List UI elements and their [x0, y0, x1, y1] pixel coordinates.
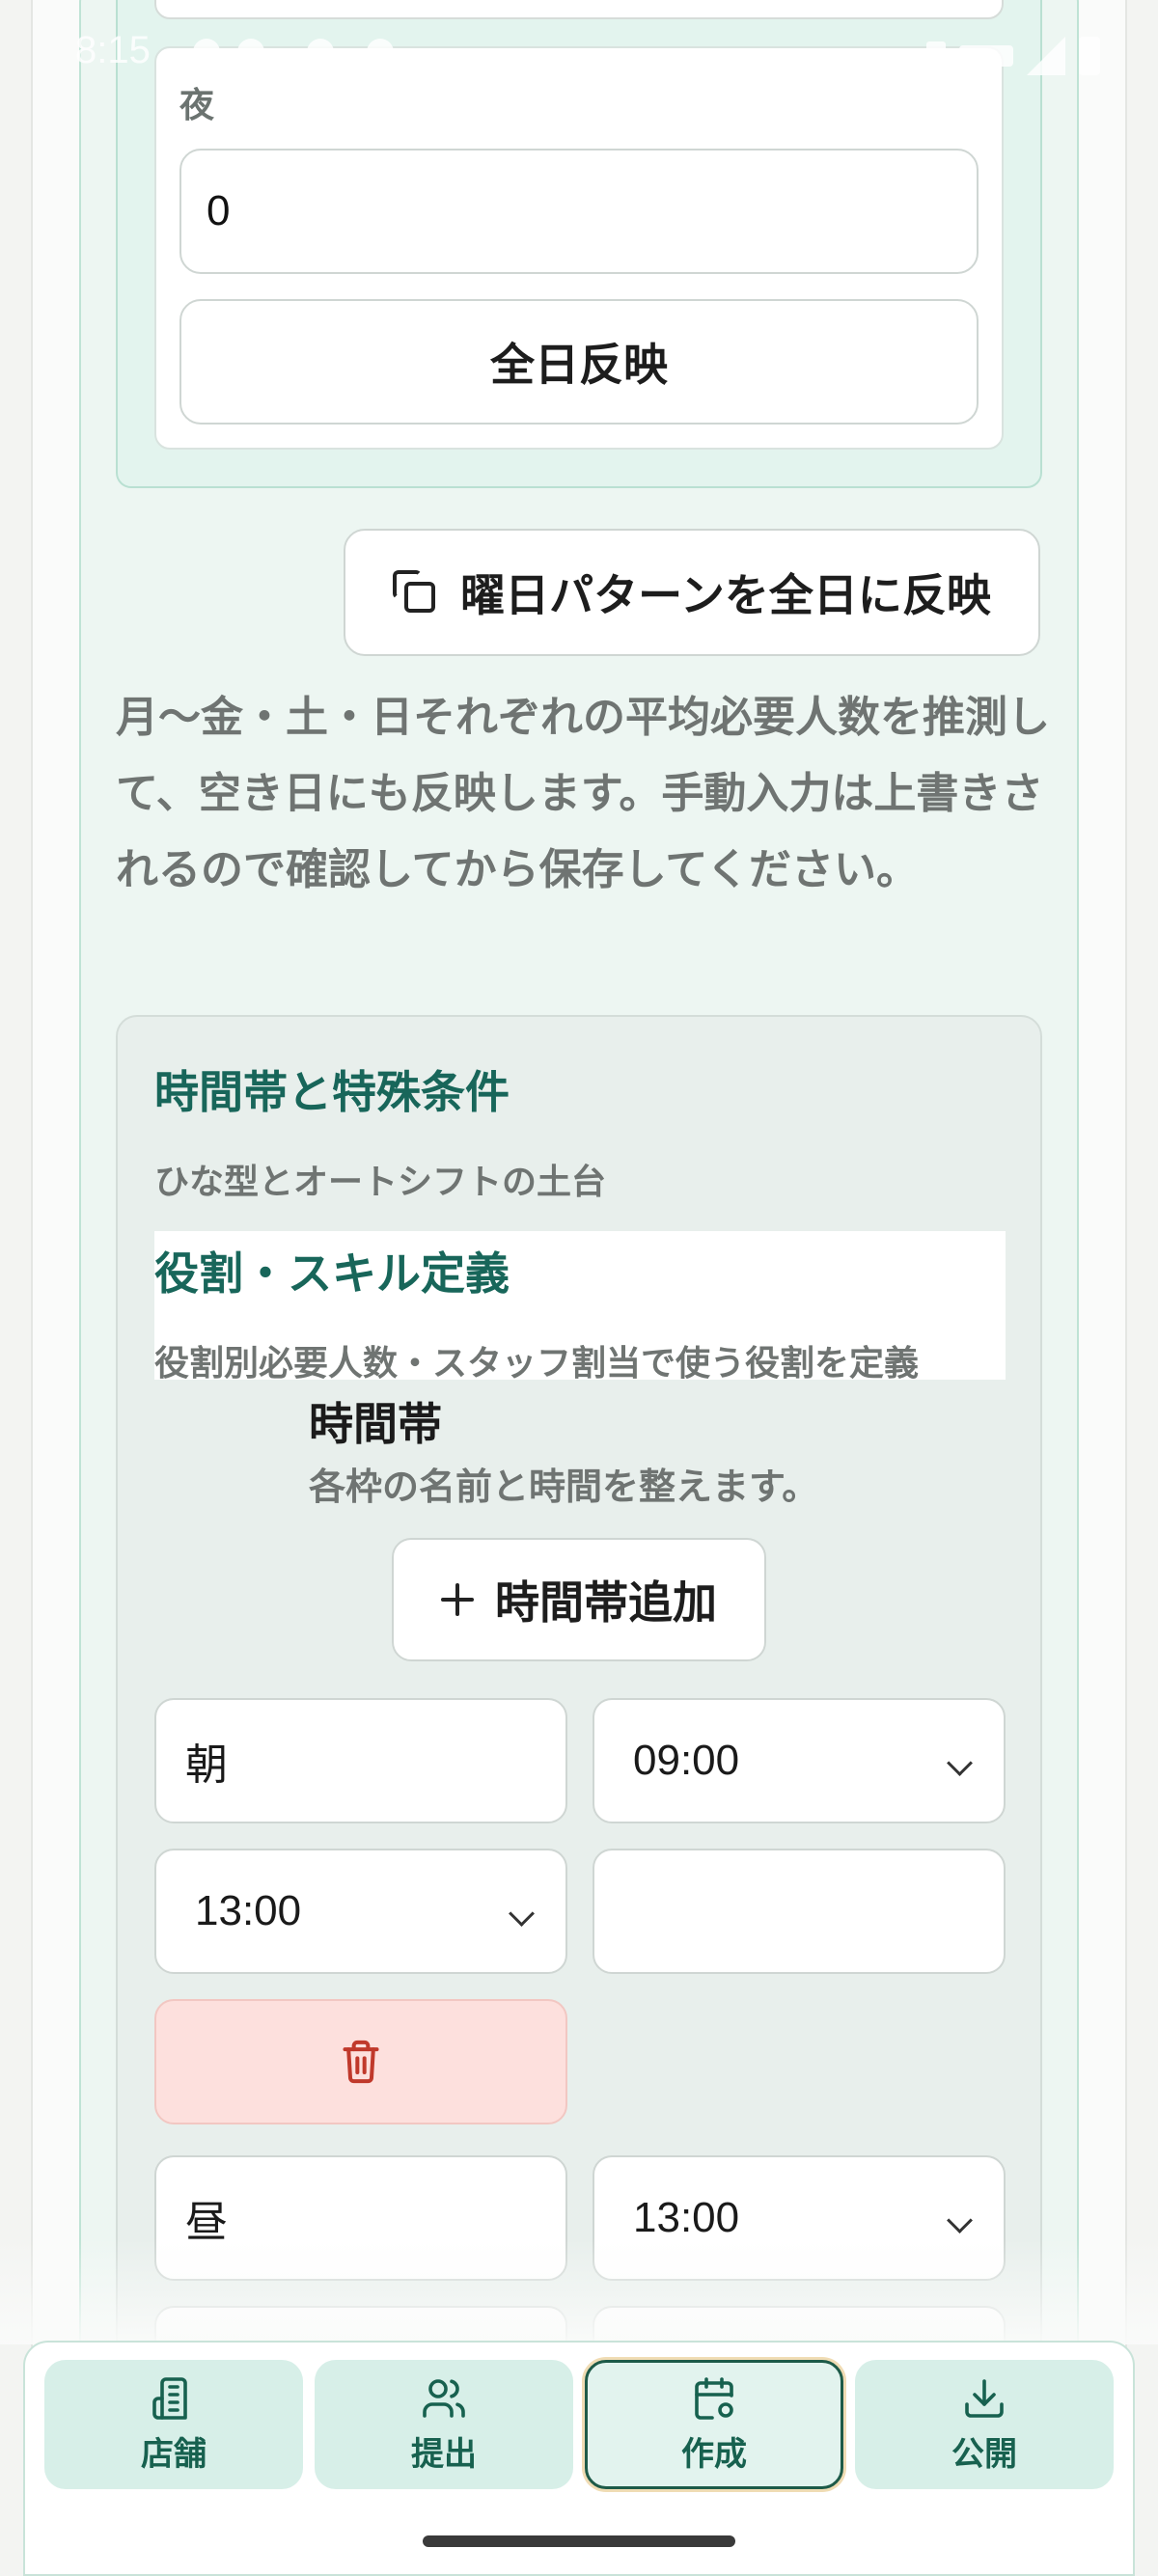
add-time-slot-label: 時間帯追加: [495, 1576, 717, 1629]
trash-icon: [343, 2040, 379, 2084]
section-subtitle: ひな型とオートシフトの土台: [154, 1163, 607, 1202]
copy-icon: [393, 570, 437, 615]
slot-start-select[interactable]: 09:00: [593, 1698, 1006, 1823]
nav-submit-label: 提出: [411, 2434, 477, 2474]
scroll-fade: [0, 2238, 1158, 2344]
vibrate-icon: [926, 41, 946, 70]
apply-all-day-button[interactable]: 全日反映: [179, 299, 979, 425]
calendar-gear-icon: [695, 2376, 733, 2420]
section-title: 時間帯と特殊条件: [154, 1066, 510, 1118]
nav-publish-label: 公開: [951, 2434, 1017, 2474]
home-indicator[interactable]: [423, 2535, 735, 2547]
nav-publish[interactable]: 公開: [855, 2360, 1114, 2489]
night-count-input[interactable]: 0: [179, 149, 979, 274]
app-icon: [367, 39, 394, 66]
status-time: 8:15: [75, 29, 151, 71]
download-icon: [965, 2378, 1004, 2418]
nav-create-label: 作成: [681, 2434, 747, 2474]
nav-store[interactable]: 店舗: [44, 2360, 303, 2489]
add-time-slot-button[interactable]: 時間帯追加: [392, 1538, 766, 1661]
status-icons: [926, 37, 1100, 75]
nav-submit[interactable]: 提出: [315, 2360, 573, 2489]
apply-weekday-pattern-label: 曜日パターンを全日に反映: [460, 569, 991, 621]
notification-icon: [193, 39, 220, 66]
apply-weekday-pattern-button[interactable]: 曜日パターンを全日に反映: [344, 529, 1040, 656]
signal-icon: [1027, 37, 1065, 75]
wifi-icon: [959, 45, 1013, 67]
nav-create[interactable]: 作成: [585, 2360, 843, 2489]
battery-icon: [1079, 37, 1100, 75]
nav-store-label: 店舗: [141, 2434, 207, 2474]
building-icon: [152, 2376, 187, 2420]
plus-icon: [441, 1583, 474, 1616]
role-definition-title: 役割・スキル定義: [154, 1247, 510, 1300]
auto-fill-description: 月〜金・土・日それぞれの平均必要人数を推測して、空き日にも反映します。手動入力は…: [116, 693, 1050, 894]
role-definition-subtitle: 役割別必要人数・スタッフ割当で使う役割を定義: [154, 1344, 920, 1384]
chat-icon: [237, 39, 264, 66]
users-icon: [423, 2378, 465, 2418]
shield-icon: [307, 39, 334, 66]
slot-name-input[interactable]: 朝: [154, 1698, 567, 1823]
slot-end-select[interactable]: 13:00: [154, 1849, 567, 1974]
slot-extra-input[interactable]: [593, 1849, 1006, 1974]
time-slot-subheading: 各枠の名前と時間を整えます。: [309, 1466, 819, 1508]
status-bar: 8:15: [0, 0, 1158, 104]
delete-slot-button[interactable]: [154, 1999, 567, 2124]
time-slot-heading: 時間帯: [309, 1398, 442, 1450]
